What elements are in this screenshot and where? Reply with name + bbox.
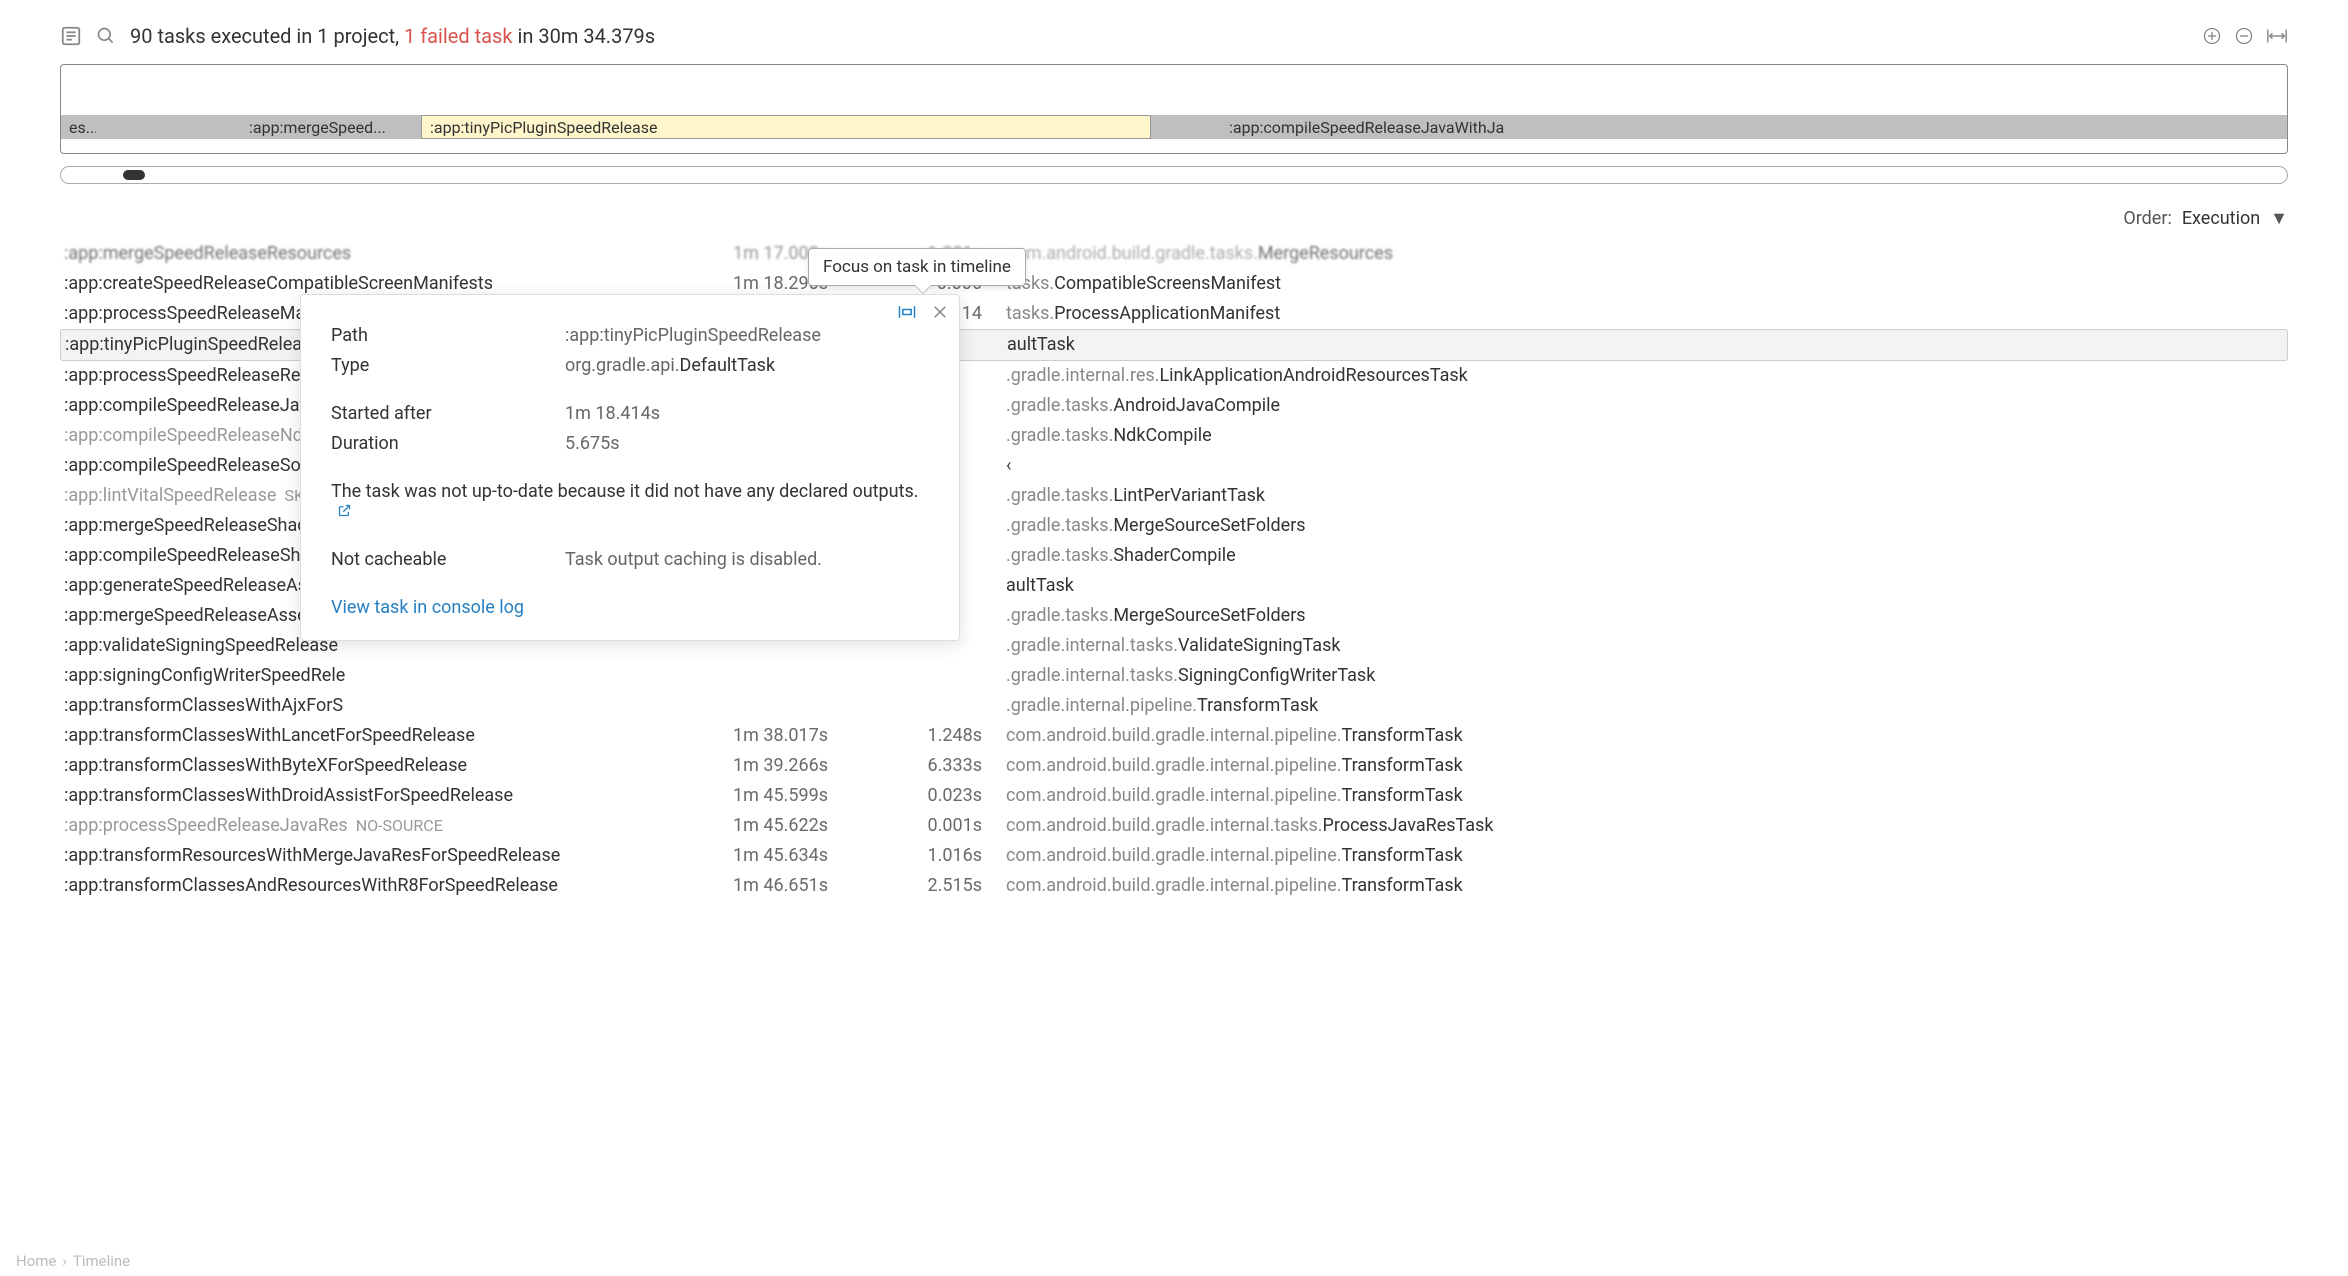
timeline-scrollbar[interactable] (60, 166, 2288, 184)
pop-started-value: 1m 18.414s (565, 399, 929, 429)
task-start: 1m 45.622s (658, 811, 828, 841)
task-class: com.android.build.gradle.internal.pipeli… (1006, 751, 2288, 781)
task-class: tasks.ProcessApplicationManifest (1006, 299, 2288, 329)
pop-type-value: org.gradle.api.DefaultTask (565, 351, 929, 381)
task-class: com.android.build.gradle.internal.tasks.… (1006, 811, 2288, 841)
task-name: :app:signingConfigWriterSpeedRele (64, 661, 634, 691)
pop-reason-text: The task was not up-to-date because it d… (331, 481, 919, 502)
task-class: .gradle.internal.tasks.SigningConfigWrit… (1006, 661, 2288, 691)
timeline-segment[interactable]: :app:mergeSpeed... (241, 115, 441, 139)
summary-bar: 90 tasks executed in 1 project, 1 failed… (60, 24, 2288, 48)
task-row[interactable]: :app:transformClassesWithAjxForS .gradle.… (60, 691, 2288, 721)
task-name: :app:transformResourcesWithMergeJavaResF… (64, 841, 634, 871)
pop-started-label: Started after (331, 399, 541, 429)
timeline-segment[interactable]: es... (61, 115, 96, 139)
pop-cache-value: Task output caching is disabled. (565, 545, 929, 575)
focus-task-icon[interactable] (897, 303, 917, 321)
timeline-segment[interactable]: :app:compileSpeedReleaseJavaWithJa (1221, 115, 2287, 139)
task-row[interactable]: :app:transformResourcesWithMergeJavaResF… (60, 841, 2288, 871)
list-icon[interactable] (60, 25, 82, 47)
task-class: tasks.CompatibleScreensManifest (1006, 269, 2288, 299)
task-class: com.android.build.gradle.tasks.MergeReso… (1006, 239, 2288, 269)
search-icon[interactable] (96, 26, 116, 46)
pop-cache-label: Not cacheable (331, 545, 541, 575)
task-name: :app:mergeSpeedReleaseResources (64, 239, 634, 269)
console-log-link[interactable]: View task in console log (331, 597, 524, 618)
task-class: .gradle.tasks.MergeSourceSetFolders (1006, 511, 2288, 541)
pop-type-label: Type (331, 351, 541, 381)
scrollbar-thumb[interactable] (123, 170, 145, 180)
task-duration: 1.016s (852, 841, 982, 871)
task-class: com.android.build.gradle.internal.pipeli… (1006, 721, 2288, 751)
task-duration: 0.023s (852, 781, 982, 811)
task-class: .gradle.internal.pipeline.TransformTask (1006, 691, 2288, 721)
task-start: 1m 46.651s (658, 871, 828, 901)
failed-task-link[interactable]: 1 failed task (404, 24, 513, 48)
timeline[interactable]: es... :app:mergeSpeed... :app:tinyPicPlu… (60, 64, 2288, 154)
task-class: aultTask (1006, 571, 2288, 601)
task-row[interactable]: :app:processSpeedReleaseJavaResNO-SOURCE… (60, 811, 2288, 841)
status-badge: NO-SOURCE (356, 816, 443, 835)
task-row[interactable]: :app:mergeSpeedReleaseResources 1m 17.008… (60, 239, 2288, 269)
task-row[interactable]: :app:transformClassesWithLancetForSpeedR… (60, 721, 2288, 751)
task-duration: 1.248s (852, 721, 982, 751)
task-class: .gradle.tasks.MergeSourceSetFolders (1006, 601, 2288, 631)
task-class: ‹ (1006, 451, 2288, 481)
task-name: :app:transformClassesWithByteXForSpeedRe… (64, 751, 634, 781)
task-duration: 2.515s (852, 871, 982, 901)
task-name: :app:transformClassesWithAjxForS (64, 691, 634, 721)
task-class: .gradle.tasks.LintPerVariantTask (1006, 481, 2288, 511)
task-name: :app:transformClassesWithLancetForSpeedR… (64, 721, 634, 751)
task-detail-popover: Path :app:tinyPicPluginSpeedRelease Type… (300, 294, 960, 641)
task-name: :app:transformClassesWithDroidAssistForS… (64, 781, 634, 811)
task-start: 1m 39.266s (658, 751, 828, 781)
task-name: :app:processSpeedReleaseJavaResNO-SOURCE (64, 811, 634, 841)
task-class: aultTask (1007, 330, 2287, 360)
pop-duration-value: 5.675s (565, 429, 929, 459)
order-value: Execution (2182, 208, 2260, 229)
close-icon[interactable] (931, 303, 949, 321)
pop-duration-label: Duration (331, 429, 541, 459)
task-start: 1m 17.008s (658, 239, 828, 269)
task-row[interactable]: :app:transformClassesAndResourcesWithR8F… (60, 871, 2288, 901)
chevron-down-icon: ▼ (2270, 208, 2288, 229)
task-start: 1m 45.634s (658, 841, 828, 871)
build-summary: 90 tasks executed in 1 project, 1 failed… (130, 24, 655, 48)
fit-width-icon[interactable] (2266, 26, 2288, 46)
task-class: com.android.build.gradle.internal.pipeli… (1006, 781, 2288, 811)
task-duration: 6.333s (852, 751, 982, 781)
zoom-out-icon[interactable] (2234, 26, 2254, 46)
external-link-icon[interactable] (337, 502, 352, 523)
focus-tooltip: Focus on task in timeline (808, 248, 1026, 286)
task-class: .gradle.internal.res.LinkApplicationAndr… (1006, 361, 2288, 391)
task-class: com.android.build.gradle.internal.pipeli… (1006, 841, 2288, 871)
task-class: .gradle.tasks.AndroidJavaCompile (1006, 391, 2288, 421)
task-class: .gradle.internal.tasks.ValidateSigningTa… (1006, 631, 2288, 661)
timeline-segment-selected[interactable]: :app:tinyPicPluginSpeedRelease (421, 115, 1151, 139)
task-class: .gradle.tasks.NdkCompile (1006, 421, 2288, 451)
task-row[interactable]: :app:transformClassesWithDroidAssistForS… (60, 781, 2288, 811)
task-start: 1m 45.599s (658, 781, 828, 811)
task-row[interactable]: :app:transformClassesWithByteXForSpeedRe… (60, 751, 2288, 781)
order-selector[interactable]: Order: Execution ▼ (60, 208, 2288, 229)
task-class: com.android.build.gradle.internal.pipeli… (1006, 871, 2288, 901)
task-class: .gradle.tasks.ShaderCompile (1006, 541, 2288, 571)
pop-path-label: Path (331, 321, 541, 351)
order-label: Order: (2123, 208, 2171, 229)
task-start: 1m 38.017s (658, 721, 828, 751)
zoom-in-icon[interactable] (2202, 26, 2222, 46)
task-name: :app:transformClassesAndResourcesWithR8F… (64, 871, 634, 901)
breadcrumb: Home›Timeline (16, 1252, 130, 1270)
task-row[interactable]: :app:signingConfigWriterSpeedRele .gradle… (60, 661, 2288, 691)
pop-path-value: :app:tinyPicPluginSpeedRelease (565, 321, 929, 351)
task-duration: 0.001s (852, 811, 982, 841)
